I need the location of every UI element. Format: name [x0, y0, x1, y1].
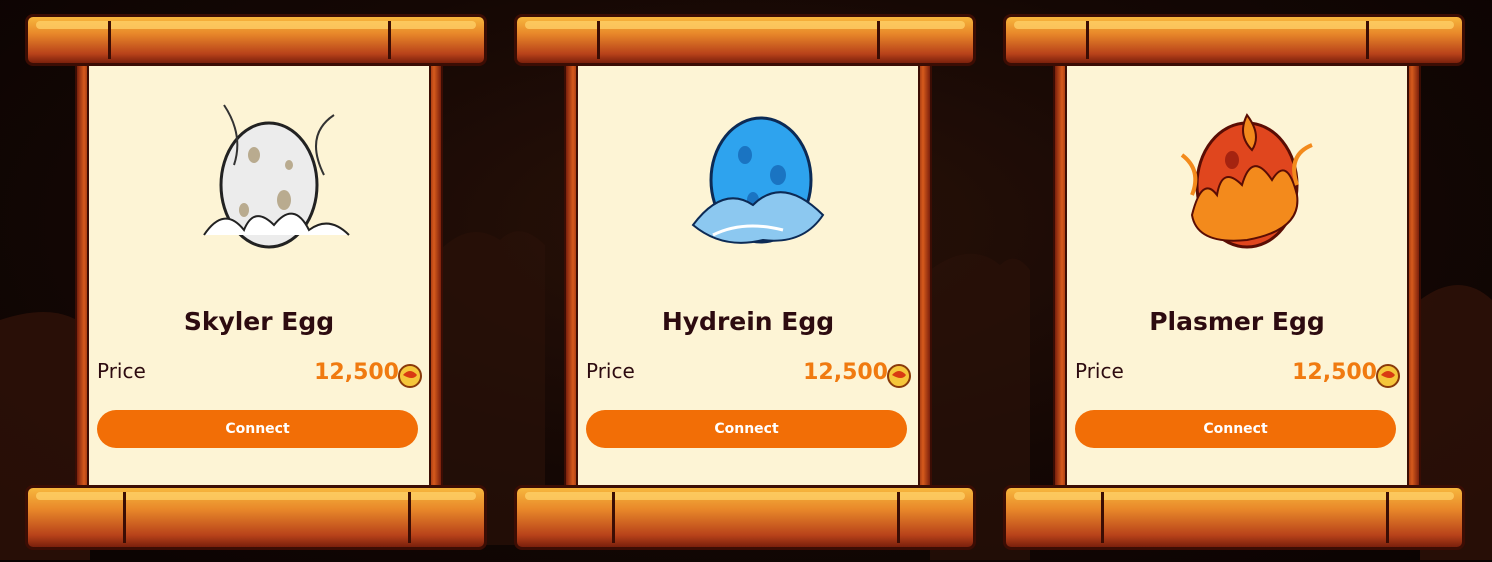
card-paper: Hydrein Egg Price 12,500 Connect [576, 65, 920, 487]
connect-button[interactable]: Connect [1075, 410, 1396, 448]
dragon-coin-icon [1376, 364, 1400, 388]
dragon-coin-icon [398, 364, 422, 388]
dragon-coin-icon [887, 364, 911, 388]
frame-plank-bottom [514, 485, 976, 550]
price-label: Price [97, 359, 146, 383]
frame-plank-top [514, 14, 976, 66]
water-egg-icon [673, 95, 843, 265]
connect-button[interactable]: Connect [97, 410, 418, 448]
card-paper: Plasmer Egg Price 12,500 Connect [1065, 65, 1409, 487]
cloud-egg-icon [184, 95, 354, 265]
price-value: 12,500 [314, 360, 399, 385]
price-value: 12,500 [1292, 360, 1377, 385]
fire-egg-icon [1162, 95, 1332, 265]
card-title: Hydrein Egg [661, 307, 835, 336]
frame-plank-top [25, 14, 487, 66]
price-label: Price [1075, 359, 1124, 383]
card-title: Skyler Egg [183, 307, 335, 336]
frame-plank-bottom [25, 485, 487, 550]
price-value: 12,500 [803, 360, 888, 385]
card-title: Plasmer Egg [1149, 307, 1325, 336]
frame-plank-top [1003, 14, 1465, 66]
egg-card-skyler: Skyler Egg Price 12,500 Connect [25, 10, 487, 558]
card-paper: Skyler Egg Price 12,500 Connect [87, 65, 431, 487]
egg-card-hydrein: Hydrein Egg Price 12,500 Connect [514, 10, 976, 558]
price-label: Price [586, 359, 635, 383]
frame-plank-bottom [1003, 485, 1465, 550]
connect-button[interactable]: Connect [586, 410, 907, 448]
egg-card-plasmer: Plasmer Egg Price 12,500 Connect [1003, 10, 1465, 558]
